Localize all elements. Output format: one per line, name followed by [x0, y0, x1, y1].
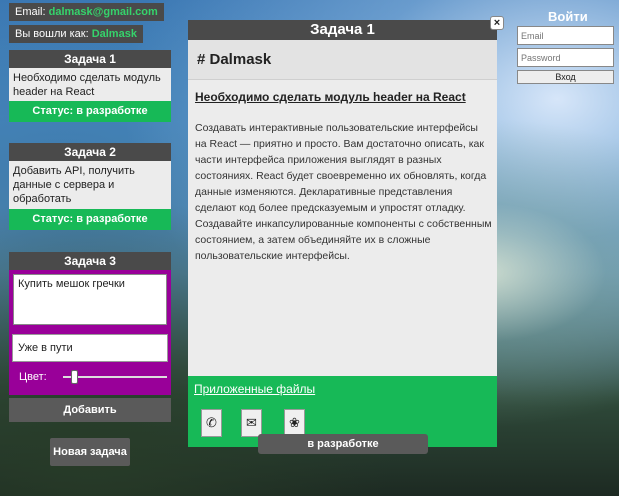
user-email: dalmask@gmail.com — [48, 6, 158, 18]
envelope-icon[interactable]: ✉ — [241, 409, 262, 437]
login-password-input[interactable] — [517, 48, 614, 67]
task-status: Статус: в разработке — [9, 101, 171, 122]
logged-in-label: Вы вошли как: — [15, 28, 92, 40]
color-slider-track[interactable] — [63, 376, 167, 378]
login-title: Войти — [548, 9, 588, 24]
flower-icon[interactable]: ❀ — [284, 409, 305, 437]
login-button[interactable]: Вход — [517, 70, 614, 84]
form-title: Задача 3 — [9, 252, 171, 270]
new-task-form: Задача 3 Купить мешок гречки Уже в пути … — [9, 252, 171, 395]
task-description: Добавить API, получить данные с сервера … — [9, 161, 171, 209]
color-label: Цвет: — [19, 371, 47, 383]
color-slider-thumb[interactable] — [71, 370, 79, 384]
attached-files-link[interactable]: Приложенные файлы — [194, 382, 315, 396]
close-icon[interactable]: × — [490, 16, 504, 30]
task-modal: Задача 1 # Dalmask Необходимо сделать мо… — [188, 20, 497, 454]
logged-in-line: Вы вошли как: Dalmask — [9, 25, 143, 43]
form-options: Уже в пути Цвет: — [9, 331, 171, 395]
modal-task-description: Создавать интерактивные пользовательские… — [195, 122, 492, 262]
task-description: Необходимо сделать модуль header на Reac… — [9, 68, 171, 101]
telephone-icon[interactable]: ✆ — [201, 409, 222, 437]
modal-title: Задача 1 — [188, 20, 497, 40]
username: Dalmask — [91, 28, 137, 40]
task-status: Статус: в разработке — [9, 209, 171, 230]
modal-footer: Приложенные файлы ✆ ✉ ❀ в разработке — [188, 376, 497, 454]
status-button[interactable]: в разработке — [258, 434, 428, 454]
task-text-textarea[interactable]: Купить мешок гречки — [13, 274, 167, 325]
add-task-button[interactable]: Добавить — [9, 398, 171, 422]
task-title: Задача 1 — [9, 50, 171, 68]
task-card[interactable]: Задача 2 Добавить API, получить данные с… — [9, 143, 171, 230]
new-task-button[interactable]: Новая задача — [50, 438, 130, 466]
task-card[interactable]: Задача 1 Необходимо сделать модуль heade… — [9, 50, 171, 122]
login-email-input[interactable] — [517, 26, 614, 45]
email-label: Email: — [15, 6, 49, 18]
modal-user: # Dalmask — [188, 40, 497, 80]
modal-task-heading: Необходимо сделать модуль header на Reac… — [195, 90, 466, 104]
task-status-input[interactable]: Уже в пути — [12, 334, 168, 362]
user-email-line: Email: dalmask@gmail.com — [9, 3, 164, 21]
task-title: Задача 2 — [9, 143, 171, 161]
